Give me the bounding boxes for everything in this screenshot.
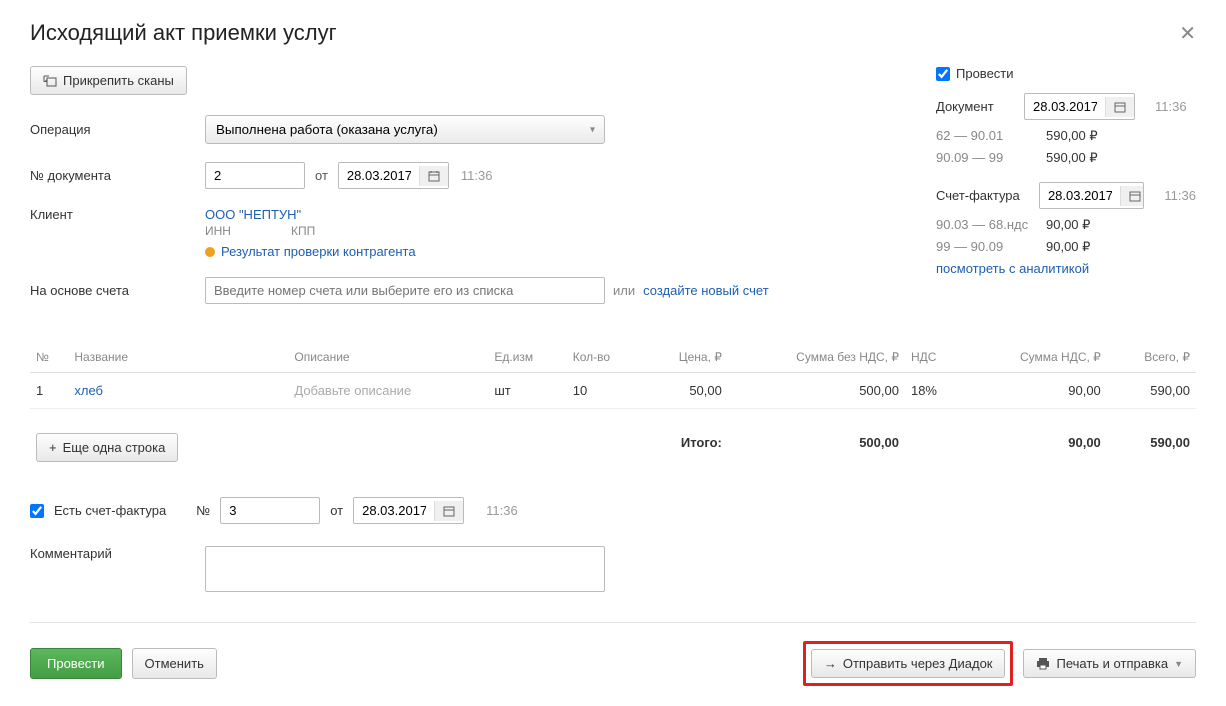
totals-sum-no-vat: 500,00 xyxy=(728,409,905,473)
right-doc-time: 11:36 xyxy=(1155,99,1187,114)
item-desc-placeholder[interactable]: Добавьте описание xyxy=(294,383,411,398)
totals-row: + Еще одна строка Итого: 500,00 90,00 59… xyxy=(30,409,1196,473)
attach-icon xyxy=(43,75,57,87)
cell-qty[interactable]: 10 xyxy=(567,373,643,409)
sf-number-input[interactable] xyxy=(220,497,320,524)
comment-textarea[interactable] xyxy=(205,546,605,592)
col-name: Название xyxy=(68,342,288,373)
page-title: Исходящий акт приемки услуг xyxy=(30,20,337,46)
operation-label: Операция xyxy=(30,122,205,137)
totals-label: Итого: xyxy=(643,409,728,473)
cell-total: 590,00 xyxy=(1107,373,1196,409)
inn-label: ИНН xyxy=(205,224,231,238)
or-text: или xyxy=(613,283,635,298)
account-line: 62 — 90.01 xyxy=(936,128,1036,144)
totals-vat-sum: 90,00 xyxy=(964,409,1107,473)
attach-scans-button[interactable]: Прикрепить сканы xyxy=(30,66,187,95)
col-sum-no-vat: Сумма без НДС, ₽ xyxy=(728,342,905,373)
sf-no-label: № xyxy=(196,503,210,518)
print-send-button[interactable]: Печать и отправка ▼ xyxy=(1023,649,1196,678)
client-check-link[interactable]: Результат проверки контрагента xyxy=(221,244,416,259)
right-invoice-label: Счет-фактура xyxy=(936,188,1031,203)
print-label: Печать и отправка xyxy=(1056,656,1168,671)
account-line: 90.03 — 68.ндс xyxy=(936,217,1036,233)
calendar-icon[interactable] xyxy=(1105,97,1134,117)
right-invoice-date-field[interactable] xyxy=(1040,183,1120,208)
calendar-icon[interactable] xyxy=(419,166,448,186)
totals-total: 590,00 xyxy=(1107,409,1196,473)
right-invoice-time: 11:36 xyxy=(1164,188,1196,203)
col-vat-sum: Сумма НДС, ₽ xyxy=(964,342,1107,373)
sf-from-label: от xyxy=(330,503,343,518)
sf-date-field[interactable] xyxy=(354,498,434,523)
account-amount: 590,00 ₽ xyxy=(1046,150,1098,166)
cancel-label: Отменить xyxy=(145,656,204,671)
right-doc-date[interactable] xyxy=(1024,93,1135,120)
account-amount: 90,00 ₽ xyxy=(1046,217,1090,233)
doc-date-field[interactable] xyxy=(339,163,419,188)
chevron-down-icon: ▼ xyxy=(1174,659,1183,669)
diadoc-label: Отправить через Диадок xyxy=(843,656,993,671)
sf-time: 11:36 xyxy=(486,503,518,518)
calendar-icon[interactable] xyxy=(1120,186,1144,206)
printer-icon xyxy=(1036,658,1050,670)
post-checkbox-label: Провести xyxy=(956,66,1014,81)
cell-sum-no-vat: 500,00 xyxy=(728,373,905,409)
sf-date-input[interactable] xyxy=(353,497,464,524)
right-doc-label: Документ xyxy=(936,99,1016,114)
kpp-label: КПП xyxy=(291,224,315,238)
attach-scans-label: Прикрепить сканы xyxy=(63,73,174,88)
col-price: Цена, ₽ xyxy=(643,342,728,373)
right-invoice-date[interactable] xyxy=(1039,182,1144,209)
table-row[interactable]: 1 хлеб Добавьте описание шт 10 50,00 500… xyxy=(30,373,1196,409)
col-qty: Кол-во xyxy=(567,342,643,373)
close-icon: ✕ xyxy=(1179,23,1196,45)
comment-label: Комментарий xyxy=(30,546,205,561)
account-amount: 90,00 ₽ xyxy=(1046,239,1090,255)
cell-vat-sum: 90,00 xyxy=(964,373,1107,409)
doc-date-input[interactable] xyxy=(338,162,449,189)
add-row-label: Еще одна строка xyxy=(63,440,166,455)
from-label: от xyxy=(315,168,328,183)
account-amount: 590,00 ₽ xyxy=(1046,128,1098,144)
analytics-link[interactable]: посмотреть с аналитикой xyxy=(936,261,1089,276)
basis-label: На основе счета xyxy=(30,283,205,298)
status-dot-icon xyxy=(205,247,215,257)
doc-number-input[interactable] xyxy=(205,162,305,189)
arrow-right-icon: → xyxy=(824,656,837,671)
send-diadoc-button[interactable]: → Отправить через Диадок xyxy=(811,649,1006,678)
col-vat: НДС xyxy=(905,342,964,373)
sf-checkbox[interactable] xyxy=(30,504,44,518)
right-doc-date-field[interactable] xyxy=(1025,94,1105,119)
col-unit: Ед.изм xyxy=(488,342,566,373)
operation-select[interactable]: Выполнена работа (оказана услуга) xyxy=(205,115,605,144)
col-total: Всего, ₽ xyxy=(1107,342,1196,373)
item-name-link[interactable]: хлеб xyxy=(74,383,103,398)
cancel-button[interactable]: Отменить xyxy=(132,648,217,679)
client-label: Клиент xyxy=(30,207,205,222)
cell-price[interactable]: 50,00 xyxy=(643,373,728,409)
account-line: 90.09 — 99 xyxy=(936,150,1036,166)
cell-no: 1 xyxy=(30,373,68,409)
add-row-button[interactable]: + Еще одна строка xyxy=(36,433,178,462)
submit-button[interactable]: Провести xyxy=(30,648,122,679)
cell-unit[interactable]: шт xyxy=(488,373,566,409)
col-no: № xyxy=(30,342,68,373)
doc-number-label: № документа xyxy=(30,168,205,183)
post-checkbox[interactable] xyxy=(936,67,950,81)
plus-icon: + xyxy=(49,440,57,455)
client-name-link[interactable]: ООО "НЕПТУН" xyxy=(205,207,416,222)
table-header-row: № Название Описание Ед.изм Кол-во Цена, … xyxy=(30,342,1196,373)
col-desc: Описание xyxy=(288,342,488,373)
cell-vat[interactable]: 18% xyxy=(905,373,964,409)
sf-checkbox-label: Есть счет-фактура xyxy=(54,503,166,518)
doc-time: 11:36 xyxy=(461,168,493,183)
basis-input[interactable] xyxy=(205,277,605,304)
submit-label: Провести xyxy=(47,656,105,671)
account-line: 99 — 90.09 xyxy=(936,239,1036,255)
calendar-icon[interactable] xyxy=(434,501,463,521)
close-button[interactable]: ✕ xyxy=(1179,21,1196,46)
create-new-invoice-link[interactable]: создайте новый счет xyxy=(643,283,769,298)
